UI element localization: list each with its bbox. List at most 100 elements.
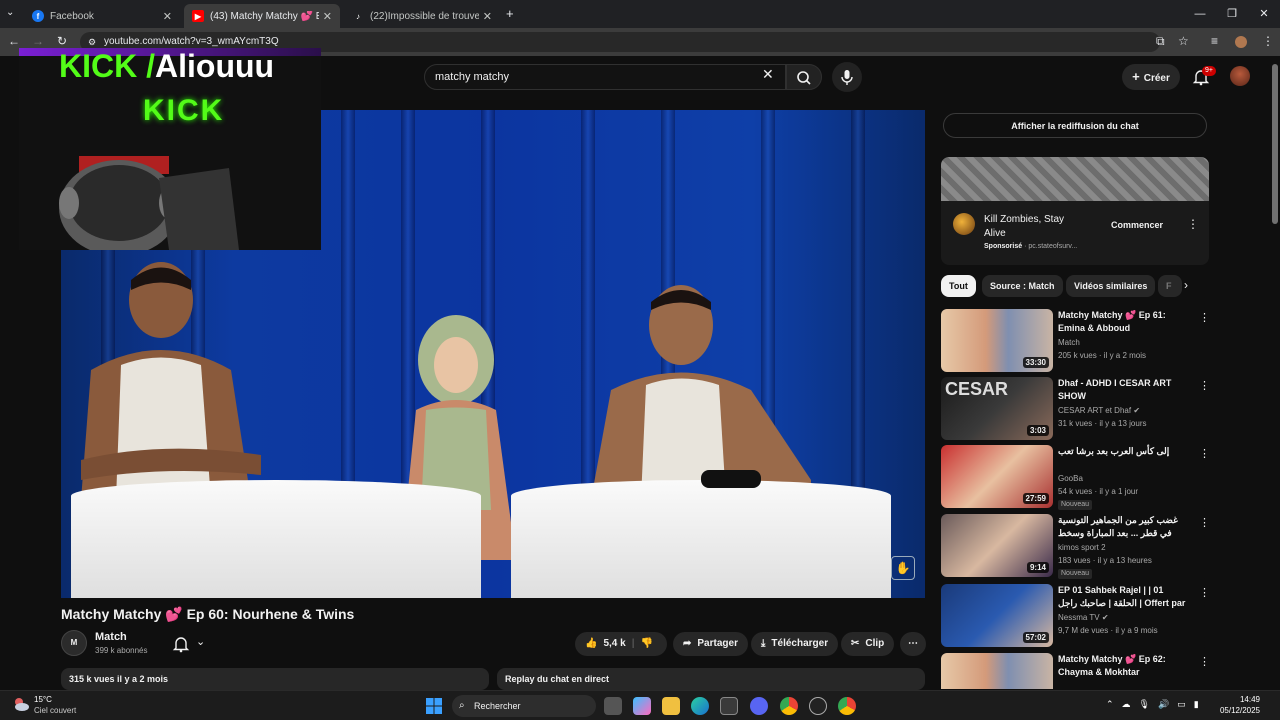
tab-youtube[interactable]: ▶ (43) Matchy Matchy 💕 Ep 60: N ✕	[184, 4, 340, 28]
more-menu-icon[interactable]: ⋮	[1199, 311, 1210, 324]
video-thumbnail[interactable]: CESAR 3:03	[941, 377, 1053, 440]
account-avatar[interactable]	[1230, 66, 1250, 86]
channel-name[interactable]: CESAR ART et Dhaf ✔	[1058, 406, 1140, 415]
browser-menu-icon[interactable]: ⋮	[1262, 34, 1274, 48]
table-left	[71, 480, 481, 598]
scrollbar-thumb[interactable]	[1272, 64, 1278, 224]
video-thumbnail[interactable]	[941, 653, 1053, 689]
speaker-icon[interactable]: 🔊	[1158, 699, 1169, 710]
video-thumbnail[interactable]: 27:59	[941, 445, 1053, 508]
install-icon[interactable]: ⧉	[1156, 34, 1165, 49]
weather-description[interactable]: Ciel couvert	[34, 706, 76, 715]
more-menu-icon[interactable]: ⋮	[1199, 379, 1210, 392]
close-tab-icon[interactable]: ✕	[163, 10, 172, 23]
obs-icon[interactable]	[809, 697, 827, 715]
clear-search-icon[interactable]: ✕	[762, 66, 774, 83]
ad-title[interactable]: Kill Zombies, Stay Alive	[984, 213, 1084, 241]
thumbs-up-icon[interactable]: 👍	[585, 632, 597, 656]
chip-more[interactable]: F	[1158, 275, 1182, 297]
close-tab-icon[interactable]: ✕	[323, 10, 332, 23]
chip-similar-videos[interactable]: Vidéos similaires	[1066, 275, 1156, 297]
channel-avatar[interactable]: M	[61, 630, 87, 656]
chip-all[interactable]: Tout	[941, 275, 976, 297]
network-icon[interactable]: ▭	[1177, 699, 1186, 710]
battery-icon[interactable]: ▮	[1194, 699, 1199, 710]
new-tab-icon[interactable]: +	[506, 6, 514, 21]
tab-list-chevron-icon[interactable]: ⌄	[6, 7, 14, 18]
store-icon[interactable]	[720, 697, 738, 715]
search-input[interactable]: matchy matchy	[424, 64, 786, 90]
forward-icon[interactable]: →	[30, 34, 46, 48]
video-thumbnail[interactable]: 57:02	[941, 584, 1053, 647]
channel-name[interactable]: kimos sport 2	[1058, 543, 1106, 552]
back-icon[interactable]: ←	[6, 34, 22, 48]
chip-source-match[interactable]: Source : Match	[982, 275, 1063, 297]
ad-menu-icon[interactable]: ⋮	[1187, 217, 1199, 231]
tab-facebook[interactable]: f Facebook ✕	[24, 4, 180, 28]
more-menu-icon[interactable]: ⋮	[1199, 655, 1210, 668]
ad-banner-image[interactable]	[941, 157, 1209, 201]
video-title[interactable]: غضب كبير من الجماهير التونسية في قطر ...…	[1058, 514, 1188, 540]
voice-search-button[interactable]	[832, 62, 862, 92]
channel-name[interactable]: Match	[1058, 338, 1080, 347]
tab-tiktok[interactable]: ♪ (22)Impossible de trouver ce c ✕	[344, 4, 500, 28]
video-title[interactable]: EP 01 Sahbek Rajel | | 01 الحلقة | صاحبك…	[1058, 584, 1188, 610]
search-button[interactable]	[786, 64, 822, 90]
more-menu-icon[interactable]: ⋮	[1199, 447, 1210, 460]
share-button[interactable]: ➦ Partager	[673, 632, 748, 656]
chevron-right-icon[interactable]: ›	[1184, 278, 1188, 292]
file-explorer-icon[interactable]	[662, 697, 680, 715]
taskbar-search[interactable]: ⌕ Rechercher	[452, 695, 596, 717]
clock-time[interactable]: 14:49	[1220, 695, 1260, 704]
restore-icon[interactable]: ❐	[1216, 0, 1248, 28]
recommendation-item[interactable]: 33:30 Matchy Matchy 💕 Ep 61: Emina & Abb…	[941, 309, 1211, 373]
channel-name[interactable]: Nessma TV ✔	[1058, 613, 1109, 622]
video-title[interactable]: Matchy Matchy 💕 Ep 61: Emina & Abboud	[1058, 309, 1188, 335]
close-window-icon[interactable]: ✕	[1248, 0, 1280, 28]
task-view-icon[interactable]	[604, 697, 622, 715]
edge-icon[interactable]	[691, 697, 709, 715]
chrome-icon[interactable]	[780, 697, 798, 715]
reload-icon[interactable]: ↻	[54, 34, 70, 48]
minimize-icon[interactable]: —	[1184, 0, 1216, 28]
weather-temperature[interactable]: 15°C	[34, 695, 52, 704]
video-thumbnail[interactable]: 9:14	[941, 514, 1053, 577]
chat-replay-box[interactable]: Replay du chat en direct	[497, 668, 925, 690]
video-thumbnail[interactable]: 33:30	[941, 309, 1053, 372]
subscription-notification-button[interactable]: ⌄	[166, 632, 216, 656]
profile-icon[interactable]	[1235, 36, 1247, 48]
show-chat-replay-button[interactable]: Afficher la rediffusion du chat	[943, 113, 1207, 138]
description-box[interactable]: 315 k vues il y a 2 mois	[61, 668, 489, 690]
copilot-icon[interactable]	[633, 697, 651, 715]
ad-cta-button[interactable]: Commencer	[1098, 213, 1176, 237]
create-button[interactable]: + Créer	[1122, 64, 1180, 90]
recommendation-item[interactable]: Matchy Matchy 💕 Ep 62: Chayma & Mokhtar …	[941, 653, 1211, 689]
discord-icon[interactable]	[750, 697, 768, 715]
more-menu-icon[interactable]: ⋮	[1199, 586, 1210, 599]
chrome-profile-icon[interactable]	[838, 697, 856, 715]
recommendation-item[interactable]: 57:02 EP 01 Sahbek Rajel | | 01 الحلقة |…	[941, 584, 1211, 648]
channel-name[interactable]: Match	[95, 631, 127, 643]
thumbs-down-icon[interactable]: 👎	[641, 632, 653, 656]
close-tab-icon[interactable]: ✕	[483, 10, 492, 23]
clock-date[interactable]: 05/12/2025	[1200, 706, 1260, 715]
like-count[interactable]: 5,4 k	[603, 632, 625, 656]
sponsored-ad[interactable]: Kill Zombies, Stay Alive Sponsorisé · pc…	[941, 157, 1209, 265]
bookmark-star-icon[interactable]: ☆	[1178, 34, 1189, 48]
more-actions-button[interactable]: ⋯	[900, 632, 926, 656]
reading-list-icon[interactable]: ≡	[1211, 34, 1218, 48]
recommendation-item[interactable]: CESAR 3:03 Dhaf - ADHD I CESAR ART SHOW …	[941, 377, 1211, 441]
onedrive-icon[interactable]: ☁	[1122, 699, 1131, 710]
download-button[interactable]: ⤓ Télécharger	[751, 632, 839, 656]
clip-button[interactable]: ✂ Clip	[841, 632, 895, 656]
recommendation-item[interactable]: 27:59 إلى كأس العرب بعد برشا تعب GooBa 5…	[941, 445, 1211, 510]
recommendation-item[interactable]: 9:14 غضب كبير من الجماهير التونسية في قط…	[941, 514, 1211, 579]
microphone-tray-icon[interactable]: 🎙	[1139, 699, 1150, 710]
more-menu-icon[interactable]: ⋮	[1199, 516, 1210, 529]
video-title[interactable]: إلى كأس العرب بعد برشا تعب	[1058, 445, 1188, 458]
chevron-up-icon[interactable]: ⌃	[1106, 699, 1114, 710]
video-title[interactable]: Dhaf - ADHD I CESAR ART SHOW	[1058, 377, 1188, 403]
video-title[interactable]: Matchy Matchy 💕 Ep 62: Chayma & Mokhtar	[1058, 653, 1188, 679]
channel-name[interactable]: GooBa	[1058, 474, 1083, 483]
windows-start-icon[interactable]	[426, 698, 442, 714]
